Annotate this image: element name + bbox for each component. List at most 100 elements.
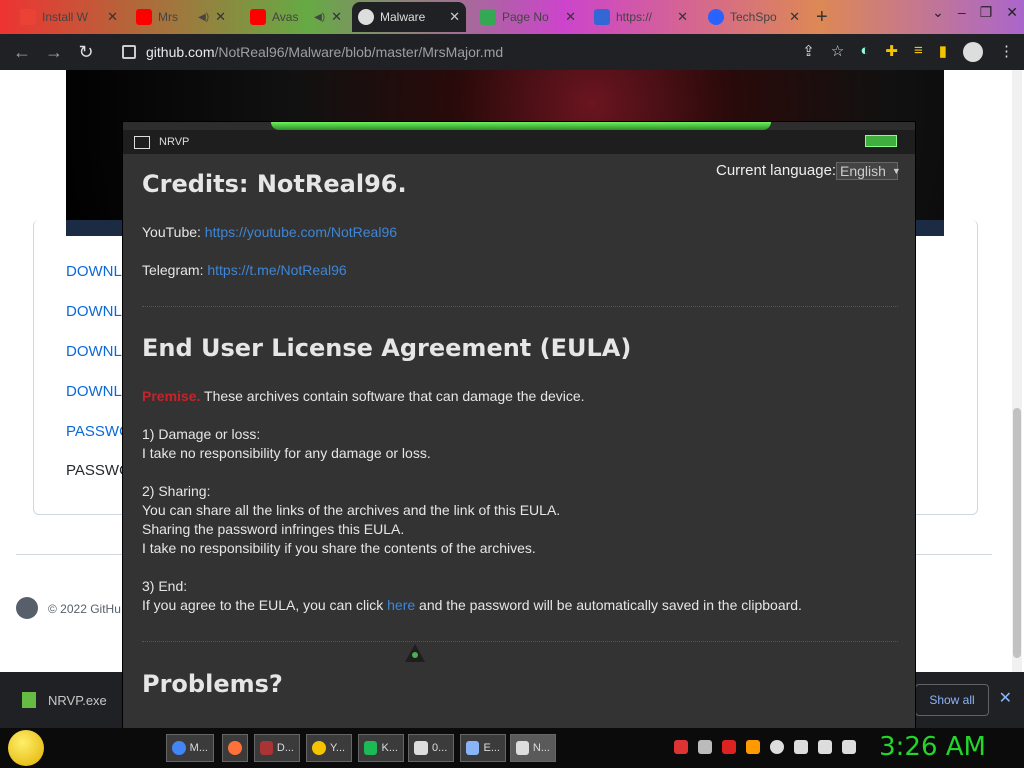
tab-install[interactable]: Install W ✕ <box>14 2 124 32</box>
tab-avas[interactable]: Avas ◀) ✕ <box>244 2 348 32</box>
close-tab-icon[interactable]: ✕ <box>331 9 342 25</box>
window-control-button[interactable] <box>865 135 897 147</box>
download-filename[interactable]: NRVP.exe <box>48 693 107 708</box>
tray-lock-icon[interactable] <box>698 740 712 754</box>
close-tab-icon[interactable]: ✕ <box>565 9 576 25</box>
taskbar-app-k[interactable]: K... <box>358 734 404 762</box>
share-icon[interactable]: ⇪ <box>802 42 815 62</box>
close-tab-icon[interactable]: ✕ <box>449 9 460 25</box>
notepad-icon <box>466 741 480 755</box>
tray-shield-icon[interactable] <box>722 740 736 754</box>
close-tab-icon[interactable]: ✕ <box>215 9 226 25</box>
reload-icon[interactable]: ↻ <box>70 42 102 63</box>
tray-chat-icon[interactable] <box>770 740 784 754</box>
close-window-icon[interactable]: ✕ <box>1006 4 1018 21</box>
app-d-icon <box>260 741 273 755</box>
taskbar: M... D... Y... K... 0... E... N... 3:26 … <box>0 728 1024 768</box>
tab-malware[interactable]: Malware ✕ <box>352 2 466 32</box>
taskbar-label: N... <box>532 742 550 754</box>
telegram-link[interactable]: https://t.me/NotReal96 <box>207 262 346 278</box>
system-tray <box>674 740 856 754</box>
close-tab-icon[interactable]: ✕ <box>789 9 800 25</box>
show-all-button[interactable]: Show all <box>915 684 989 716</box>
tab-search-icon[interactable]: ⌄ <box>932 4 944 21</box>
extension-flag-icon[interactable]: ◐ <box>860 42 869 62</box>
bookmark-star-icon[interactable]: ☆ <box>831 42 844 62</box>
window-glow <box>271 122 771 130</box>
nrvp-window: NRVP Current language: English ▼ Credits… <box>123 122 915 728</box>
download-link-4[interactable]: DOWNL <box>66 383 122 400</box>
url-path: /NotReal96/Malware/blob/master/MrsMajor.… <box>214 44 504 60</box>
start-button-smiley-icon[interactable] <box>8 730 44 766</box>
section-2-title: 2) Sharing: <box>142 483 211 499</box>
tab-mrs[interactable]: Mrs ◀) ✕ <box>130 2 232 32</box>
lock-icon[interactable] <box>122 45 136 59</box>
eula-heading: End User License Agreement (EULA) <box>142 334 632 362</box>
here-link[interactable]: here <box>387 597 415 613</box>
app-icon <box>134 136 150 149</box>
credits-heading: Credits: NotReal96. <box>142 170 407 198</box>
section-divider <box>142 306 898 307</box>
tab-https[interactable]: https:// ✕ <box>588 2 694 32</box>
section-3-line-1: If you agree to the EULA, you can click … <box>142 597 802 613</box>
speaker-icon[interactable]: ◀) <box>198 12 209 23</box>
taskbar-label: Y... <box>330 742 346 754</box>
github-icon <box>358 9 374 25</box>
password-link[interactable]: PASSWO <box>66 423 131 440</box>
taskbar-firefox[interactable] <box>222 734 248 762</box>
new-tab-icon[interactable]: + <box>816 6 828 29</box>
speaker-icon[interactable]: ◀) <box>314 12 325 23</box>
taskbar-app-y[interactable]: Y... <box>306 734 352 762</box>
download-link-2[interactable]: DOWNL <box>66 303 122 320</box>
forward-icon[interactable]: → <box>38 42 70 63</box>
taskbar-app-e[interactable]: E... <box>460 734 506 762</box>
youtube-icon <box>250 9 266 25</box>
youtube-link[interactable]: https://youtube.com/NotReal96 <box>205 224 397 240</box>
tray-volume-icon[interactable] <box>842 740 856 754</box>
taskbar-7zip[interactable]: 0... <box>408 734 454 762</box>
restore-icon[interactable]: ❐ <box>980 4 993 21</box>
download-link-3[interactable]: DOWNL <box>66 343 122 360</box>
back-icon[interactable]: ← <box>6 42 38 63</box>
tray-search-icon[interactable] <box>746 740 760 754</box>
premise-text: These archives contain software that can… <box>200 388 585 404</box>
close-tab-icon[interactable]: ✕ <box>677 9 688 25</box>
nrvp-titlebar[interactable]: NRVP <box>123 130 915 154</box>
tray-network-icon[interactable] <box>674 740 688 754</box>
url-text: github.com/NotReal96/Malware/blob/master… <box>146 44 503 60</box>
tray-flag-icon[interactable] <box>794 740 808 754</box>
section-3-pre: If you agree to the EULA, you can click <box>142 597 388 613</box>
close-tab-icon[interactable]: ✕ <box>107 9 118 25</box>
minimize-icon[interactable]: – <box>958 4 966 21</box>
taskbar-label: K... <box>381 742 398 754</box>
taskbar-clock[interactable]: 3:26 AM <box>879 732 986 762</box>
download-link-1[interactable]: DOWNL <box>66 263 122 280</box>
scrollbar-thumb[interactable] <box>1013 408 1021 658</box>
page-scrollbar[interactable] <box>1012 70 1022 672</box>
tray-display-icon[interactable] <box>818 740 832 754</box>
profile-avatar[interactable] <box>963 42 983 62</box>
mouse-cursor-icon <box>405 644 425 662</box>
side-panel-icon[interactable]: ▮ <box>939 42 947 62</box>
address-bar[interactable]: github.com/NotReal96/Malware/blob/master… <box>108 39 824 65</box>
problems-heading: Problems? <box>142 670 283 698</box>
youtube-icon <box>136 9 152 25</box>
taskbar-nrvp[interactable]: N... <box>510 734 556 762</box>
malwarebytes-icon <box>594 9 610 25</box>
taskbar-app-d[interactable]: D... <box>254 734 300 762</box>
taskbar-label: D... <box>276 742 294 754</box>
premise-label: Premise. <box>142 388 201 404</box>
taskbar-label: M... <box>189 742 208 754</box>
close-shelf-icon[interactable]: ✕ <box>999 688 1012 708</box>
language-select[interactable]: English ▼ <box>836 162 901 180</box>
tab-techspot[interactable]: TechSpo ✕ <box>702 2 806 32</box>
smiley-icon <box>312 741 326 755</box>
menu-icon[interactable]: ⋮ <box>999 42 1014 62</box>
extensions-puzzle-icon[interactable]: ✚ <box>885 42 898 62</box>
github-logo-icon[interactable] <box>16 597 38 619</box>
techspot-icon <box>708 9 724 25</box>
youtube-line: YouTube: https://youtube.com/NotReal96 <box>142 224 397 240</box>
taskbar-chrome[interactable]: M... <box>166 734 214 762</box>
media-control-icon[interactable]: ≡ <box>914 42 923 62</box>
tab-page-not-found[interactable]: Page No ✕ <box>474 2 582 32</box>
